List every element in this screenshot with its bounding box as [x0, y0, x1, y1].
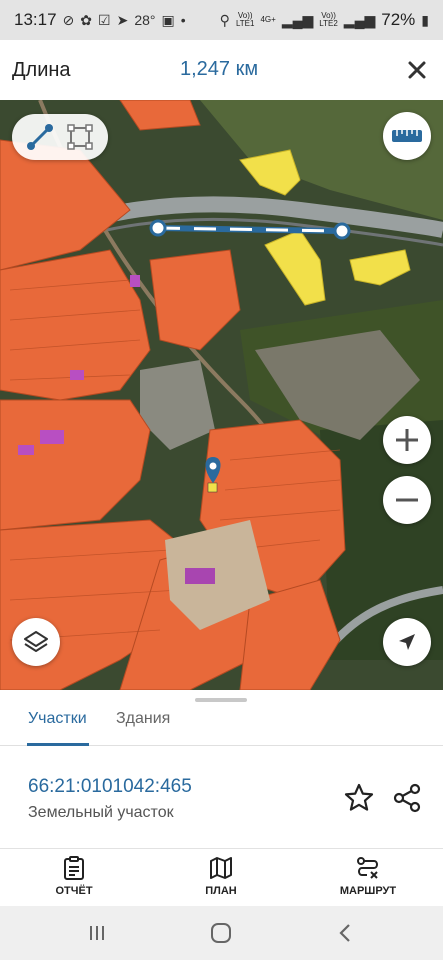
- home-icon[interactable]: [208, 920, 234, 946]
- active-tab-indicator: [27, 743, 89, 746]
- signal2-icon: ▂▄▆: [343, 11, 376, 28]
- signal-icon: ▂▄▆: [281, 11, 314, 28]
- status-right: ⚲ Vo)) LTE1 4G+ ▂▄▆ Vo)) LTE2 ▂▄▆ 72% ▮: [220, 10, 429, 30]
- parcel-cadastral-number[interactable]: 66:21:0101042:465: [28, 776, 192, 798]
- layers-button[interactable]: [12, 618, 60, 666]
- close-button[interactable]: [401, 54, 433, 86]
- favorite-button[interactable]: [343, 782, 375, 814]
- drag-handle[interactable]: [195, 698, 247, 702]
- layers-icon: [24, 631, 48, 652]
- line-measure-icon[interactable]: [25, 122, 55, 152]
- app-icon: ✿: [80, 11, 93, 28]
- status-left: 13:17 ⊘ ✿ ☑ ➤ 28° ▣ •: [14, 10, 186, 30]
- battery-text: 72%: [381, 10, 416, 29]
- route-button[interactable]: МАРШРУТ: [318, 855, 418, 897]
- header-title: Длина: [12, 58, 71, 81]
- parcel-info-panel: Участки Здания 66:21:0101042:465 Земельн…: [0, 690, 443, 848]
- route-label: МАРШРУТ: [339, 885, 397, 897]
- gallery-icon: ▣: [161, 11, 175, 28]
- back-icon[interactable]: [333, 920, 359, 946]
- location-icon: ⚲: [219, 11, 230, 28]
- star-icon: [344, 783, 374, 811]
- checkbox-icon: ☑: [98, 11, 111, 28]
- action-bar: ОТЧЁТ ПЛАН МАРШРУТ: [0, 848, 443, 906]
- close-icon: [408, 61, 426, 79]
- tab-parcels[interactable]: Участки: [28, 710, 87, 728]
- telegram-icon: ➤: [116, 11, 129, 28]
- zoom-out-button[interactable]: [383, 476, 431, 524]
- tab-buildings[interactable]: Здания: [116, 710, 170, 728]
- navigation-arrow-icon: [399, 634, 415, 650]
- network-type-label: 4G+: [260, 15, 276, 24]
- battery-icon: ▮: [421, 11, 429, 28]
- draw-tools-toggle: [12, 114, 108, 160]
- plus-icon: [396, 429, 418, 451]
- satellite-map: [0, 100, 443, 690]
- status-bar: 13:17 ⊘ ✿ ☑ ➤ 28° ▣ • ⚲ Vo)) LTE1 4G+ ▂▄…: [0, 0, 443, 40]
- measure-header: Длина 1,247 км: [0, 40, 443, 100]
- report-icon: [64, 856, 84, 880]
- share-button[interactable]: [391, 782, 423, 814]
- system-nav-bar: [0, 906, 443, 960]
- dot-icon: •: [180, 12, 186, 28]
- zoom-in-button[interactable]: [383, 416, 431, 464]
- temperature-text: 28°: [134, 12, 156, 28]
- plan-label: ПЛАН: [205, 885, 237, 897]
- plan-button[interactable]: ПЛАН: [171, 855, 271, 897]
- panel-tabs: Участки Здания: [0, 704, 443, 746]
- route-icon: [357, 857, 378, 879]
- measured-length: 1,247 км: [180, 58, 259, 80]
- recents-icon[interactable]: [84, 920, 110, 946]
- locate-button[interactable]: [383, 618, 431, 666]
- report-label: ОТЧЁТ: [55, 885, 93, 897]
- map-plan-icon: [210, 857, 232, 879]
- area-measure-icon[interactable]: [65, 122, 95, 152]
- sync-check-icon: ⊘: [62, 11, 75, 28]
- minus-icon: [396, 498, 418, 502]
- network2-label: Vo)) LTE2: [319, 11, 338, 28]
- status-time: 13:17: [14, 10, 57, 29]
- network1-label: Vo)) LTE1: [235, 11, 255, 28]
- ruler-icon: [392, 130, 422, 142]
- report-button[interactable]: ОТЧЁТ: [24, 855, 124, 897]
- parcel-type: Земельный участок: [28, 804, 174, 821]
- share-icon: [393, 783, 421, 813]
- ruler-button[interactable]: [383, 112, 431, 160]
- map-view[interactable]: [0, 100, 443, 690]
